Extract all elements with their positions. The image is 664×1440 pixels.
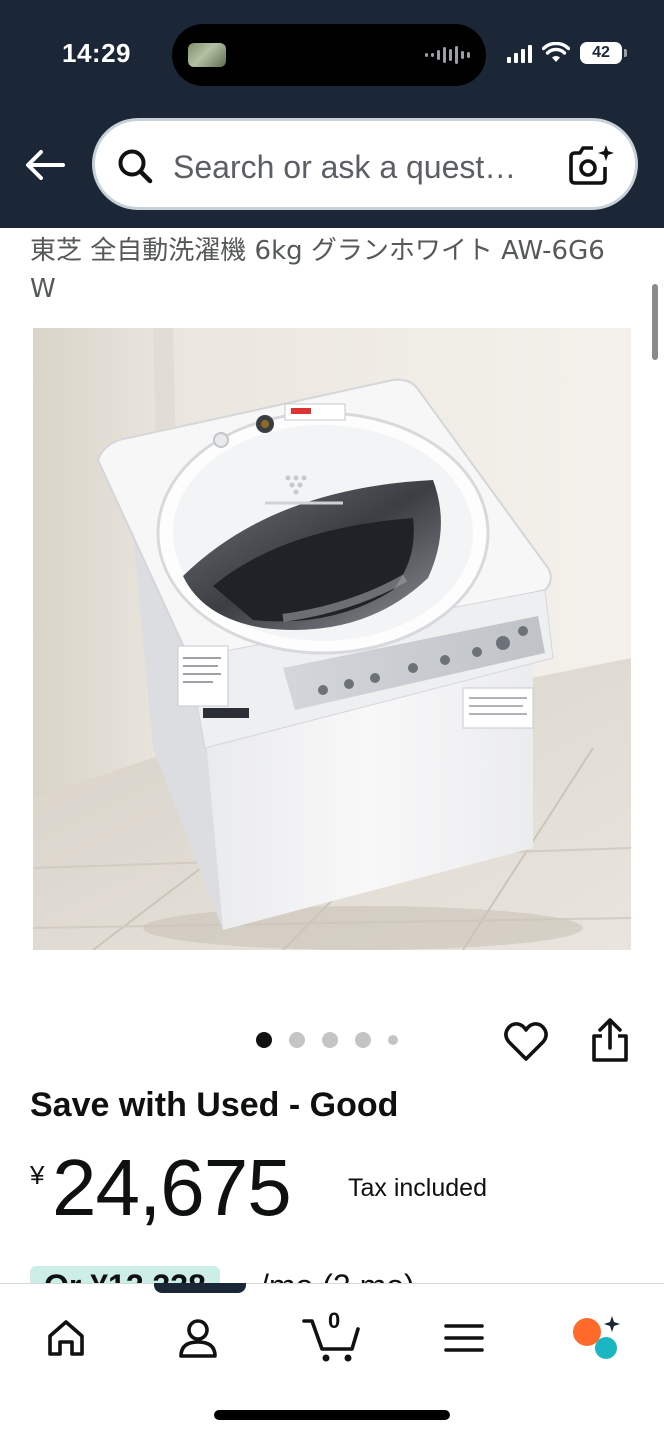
heart-icon — [504, 1022, 548, 1061]
home-indicator — [214, 1410, 450, 1420]
battery-indicator: 42 — [580, 42, 627, 64]
carousel-dot[interactable] — [289, 1032, 305, 1048]
carousel-dot[interactable] — [256, 1032, 272, 1048]
price-value: 24,675 — [52, 1143, 292, 1232]
nav-active-indicator — [154, 1283, 246, 1293]
camera-sparkle-icon — [569, 145, 614, 185]
back-button[interactable] — [20, 140, 70, 190]
carousel-dot[interactable] — [388, 1035, 398, 1045]
hamburger-menu-icon — [444, 1324, 484, 1352]
share-icon — [592, 1018, 628, 1062]
dynamic-island — [172, 24, 486, 86]
bottom-navigation: 0 — [0, 1283, 664, 1440]
nav-menu[interactable] — [434, 1308, 494, 1368]
cart-count-badge: 0 — [328, 1308, 341, 1333]
search-input[interactable] — [173, 147, 553, 187]
nav-rufus-assistant[interactable] — [566, 1308, 626, 1368]
product-image[interactable] — [33, 328, 631, 950]
status-time: 14:29 — [62, 38, 131, 68]
top-header: 14:29 42 — [0, 0, 664, 228]
scrollbar-thumb[interactable] — [652, 284, 658, 360]
washing-machine-image — [33, 328, 631, 950]
condition-save-label: Save with Used - Good — [30, 1086, 399, 1124]
nav-home[interactable] — [36, 1308, 96, 1368]
carousel-dot[interactable] — [355, 1032, 371, 1048]
account-icon — [179, 1319, 217, 1358]
product-title[interactable]: 東芝 全自動洗濯機 6kg グランホワイト AW-6G6 W — [30, 232, 630, 308]
home-icon — [48, 1320, 84, 1356]
add-to-wishlist-button[interactable] — [502, 1018, 550, 1066]
carousel-dot[interactable] — [322, 1032, 338, 1048]
currency-symbol: ¥ — [30, 1160, 45, 1190]
nav-account[interactable] — [168, 1308, 228, 1368]
cellular-signal-icon — [507, 43, 532, 63]
audio-wave-icon — [425, 45, 470, 65]
image-carousel-dots[interactable] — [256, 1032, 398, 1048]
rufus-assistant-icon — [573, 1316, 620, 1359]
wifi-icon — [542, 42, 570, 62]
search-icon — [118, 149, 153, 184]
nav-cart[interactable]: 0 — [300, 1308, 364, 1368]
search-bar[interactable] — [92, 118, 638, 210]
status-indicators: 42 — [507, 42, 627, 64]
live-activity-thumbnail — [188, 43, 226, 67]
camera-search-button[interactable] — [565, 141, 615, 191]
tax-included-label: Tax included — [348, 1174, 487, 1202]
back-arrow-icon — [26, 150, 65, 180]
share-button[interactable] — [586, 1016, 634, 1066]
